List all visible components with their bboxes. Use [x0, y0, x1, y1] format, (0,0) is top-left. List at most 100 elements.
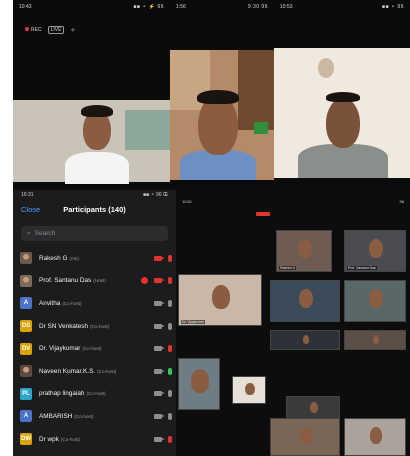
- participant-row[interactable]: DS Dr SN Venkatesh (Co-host): [13, 315, 176, 338]
- participant-name: AMBARISH (Co-host): [39, 413, 94, 420]
- video-icon: [154, 413, 165, 419]
- video-off-icon: [154, 278, 165, 284]
- participant-row[interactable]: PL prathap lingaiah (Co-host): [13, 383, 176, 406]
- mic-icon: [168, 390, 172, 398]
- video-icon: [154, 300, 165, 306]
- participant-video: [369, 289, 383, 309]
- video-tile[interactable]: [286, 396, 340, 420]
- participant-role: (me): [69, 255, 79, 261]
- participant-status-icons: [154, 412, 172, 420]
- avatar: DW: [20, 433, 32, 446]
- mic-muted-icon: [168, 345, 172, 353]
- video-tile[interactable]: Prof. Santanu Das: [344, 230, 406, 272]
- avatar: DS: [20, 320, 32, 333]
- participant-role: (Host): [93, 278, 106, 284]
- video-tile[interactable]: [270, 418, 340, 456]
- video-tile[interactable]: [270, 330, 340, 350]
- video-frame: [274, 48, 410, 178]
- participant-status-icons: [154, 254, 172, 262]
- video-tile[interactable]: [344, 280, 406, 322]
- video-tile[interactable]: [344, 418, 406, 456]
- participant-name: Dr. Vijaykumar (Co-host): [39, 345, 102, 352]
- mic-icon: [168, 299, 172, 307]
- participant-status-icons: [154, 345, 172, 353]
- participant-name: prathap lingaiah (Co-host): [39, 390, 106, 397]
- video-tile[interactable]: [270, 280, 340, 322]
- status-bar: 10:51 96: [176, 196, 410, 206]
- search-input[interactable]: ⌕ Search: [21, 226, 168, 241]
- status-time: 10:51: [182, 198, 193, 204]
- participant-video: [299, 426, 313, 444]
- participant-name-text: Dr SN Venkatesh: [39, 322, 89, 330]
- status-bar: 10:31 ■■ ⚬ 96 Œ: [13, 190, 176, 200]
- avatar: PL: [20, 387, 32, 400]
- avatar: A: [20, 410, 32, 423]
- video-tile[interactable]: [178, 358, 220, 410]
- tile-name-label: Dr. Vijaykumar: [181, 320, 205, 324]
- video-tile[interactable]: Dr. Vijaykumar: [178, 274, 262, 326]
- participant-name-text: Rakesh G: [39, 254, 68, 262]
- participant-role: (Co-host): [97, 368, 117, 374]
- participant-status-icons: [141, 277, 172, 285]
- video-icon: [154, 436, 165, 442]
- pin-icon: ✧: [70, 27, 76, 34]
- participant-name: Dr SN Venkatesh (Co-host): [39, 323, 109, 330]
- video-frame: [170, 50, 274, 180]
- close-button[interactable]: Close: [21, 205, 40, 214]
- participant-name-text: Naveen Kumar.K.S.: [39, 367, 96, 375]
- meeting-screenshot-speaker-3: 10:53 ■■ ⚬ 96: [274, 0, 410, 190]
- video-tile[interactable]: [344, 330, 406, 350]
- participants-panel: 10:31 ■■ ⚬ 96 Œ Close Participants (140)…: [13, 190, 176, 456]
- participant-name-text: Anvitha: [39, 299, 61, 307]
- leave-button[interactable]: [256, 212, 270, 216]
- rec-label: REC: [31, 27, 42, 33]
- participant-name: Rakesh G (me): [39, 255, 79, 262]
- participant-row[interactable]: A AMBARISH (Co-host): [13, 405, 176, 428]
- participant-row[interactable]: A Anvitha (Co-host): [13, 292, 176, 315]
- video-tile[interactable]: Rakesh G: [276, 230, 332, 272]
- participant-role: (Co-host): [60, 436, 81, 442]
- participant-role: (Co-host): [86, 391, 106, 397]
- participant-row[interactable]: DW Dr wpk (Co-host): [13, 428, 176, 451]
- status-time: 10:53: [280, 4, 293, 10]
- participant-video: [310, 401, 318, 413]
- recording-indicator: REC LIVE ✧: [25, 26, 75, 34]
- status-bar: 1:56 9:30 96: [170, 0, 274, 14]
- status-bar: 10:43 ■■ ⚬ ⚡ 96: [13, 0, 170, 14]
- mic-muted-icon: [168, 254, 172, 262]
- participant-row[interactable]: Rakesh G (me): [13, 247, 176, 270]
- status-time: 1:56: [176, 4, 186, 10]
- avatar: [20, 274, 32, 287]
- participant-video: [212, 285, 230, 310]
- participant-name-text: AMBARISH: [39, 412, 73, 420]
- participant-video: [302, 335, 310, 345]
- participant-status-icons: [154, 299, 172, 307]
- participant-role: (Co-host): [90, 323, 110, 329]
- participant-status-icons: [154, 367, 172, 375]
- status-indicators: 96: [399, 198, 404, 204]
- participant-name: Dr wpk (Co-host): [39, 436, 80, 443]
- participant-video: [191, 369, 209, 394]
- mic-muted-icon: [168, 277, 172, 285]
- participant-row[interactable]: Naveen Kumar.K.S. (Co-host): [13, 360, 176, 383]
- tile-name-label: Rakesh G: [279, 266, 297, 270]
- participant-name-text: Dr wpk: [39, 435, 59, 443]
- participant-row[interactable]: DV Dr. Vijaykumar (Co-host): [13, 337, 176, 360]
- participant-row[interactable]: HSHp Spandana(Co-host): [13, 450, 176, 456]
- video-tile[interactable]: [232, 376, 266, 404]
- participant-video: [245, 382, 255, 396]
- video-icon: [154, 323, 165, 329]
- status-time: 10:43: [19, 4, 32, 10]
- participant-name-text: prathap lingaiah: [39, 390, 85, 398]
- participant-video: [369, 426, 383, 444]
- mic-icon: [168, 367, 172, 375]
- screen-share-icon: [141, 277, 148, 285]
- video-off-icon: [154, 255, 165, 261]
- participant-name-text: Prof. Santanu Das: [39, 277, 92, 285]
- participant-video: [369, 239, 383, 259]
- participant-video: [299, 289, 313, 309]
- participant-row[interactable]: Prof. Santanu Das (Host): [13, 270, 176, 293]
- status-indicators: ■■ ⚬ 96 Œ: [143, 192, 168, 198]
- participant-role: (Co-host): [62, 300, 82, 306]
- live-badge: LIVE: [47, 26, 65, 34]
